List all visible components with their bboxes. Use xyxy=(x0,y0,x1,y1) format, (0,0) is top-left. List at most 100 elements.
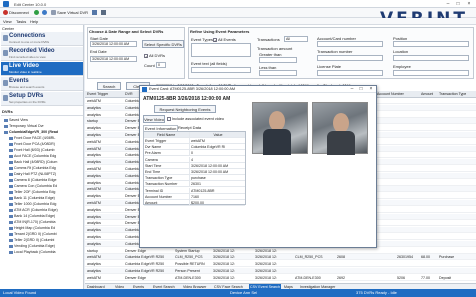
greater-than-input[interactable] xyxy=(259,57,297,63)
nav-live-video[interactable]: Live Video Monitor video in realtime xyxy=(1,62,83,76)
table-cell: 3/26/2018 12: xyxy=(255,255,277,260)
menu-tasks[interactable]: Tasks xyxy=(16,19,26,24)
dialog-minimize-icon[interactable]: – xyxy=(348,86,356,92)
tree-label: Teller 2OF (Columbia Edg xyxy=(14,190,56,194)
table-cell: 3/26/2018 12: xyxy=(213,269,235,273)
license-plate-input[interactable] xyxy=(317,70,383,76)
minimize-icon[interactable]: – xyxy=(444,1,452,7)
transactions-select[interactable]: All xyxy=(284,36,308,42)
table-cell: analytics xyxy=(87,153,101,158)
count-input[interactable]: 0 xyxy=(156,62,166,68)
live-video-icon xyxy=(3,65,8,71)
nav-connections[interactable]: Connections Connect to one or more DVRs xyxy=(1,32,83,46)
event-types-list[interactable] xyxy=(191,43,251,57)
save-virtual-dvr-button[interactable]: Save Virtual DVR xyxy=(51,10,88,16)
nav-setup-dvrs[interactable]: Setup DVRs Set properties on the DVRs xyxy=(1,92,83,106)
request-neighboring-button[interactable]: Request Neighboring Events xyxy=(154,105,216,113)
camera-icon xyxy=(9,172,13,176)
transaction-amount-label: Transaction amount xyxy=(257,46,293,51)
transaction-number-input[interactable] xyxy=(317,55,383,61)
location-input[interactable] xyxy=(393,55,469,61)
nav-title: Live Video xyxy=(9,63,39,69)
maximize-icon[interactable]: □ xyxy=(454,1,462,7)
column-header[interactable]: Amount xyxy=(421,91,433,97)
column-header[interactable]: Account Number xyxy=(377,91,404,97)
connect-button[interactable] xyxy=(34,10,40,16)
camera-icon xyxy=(9,154,13,158)
close-icon[interactable]: × xyxy=(465,1,473,7)
event-snapshot-2[interactable] xyxy=(312,102,368,155)
column-header[interactable]: Transaction Type xyxy=(439,91,466,97)
column-header[interactable]: DVR xyxy=(125,91,133,97)
menu-help[interactable]: Help xyxy=(30,19,38,24)
camera-icon xyxy=(9,190,13,194)
monitor-button[interactable] xyxy=(101,10,107,16)
tree-label: ColumbiaEdgeVR_300 (Read xyxy=(9,130,59,134)
table-cell: Purchase xyxy=(439,255,455,260)
table-row[interactable]: webATM Denver Edge ATM-DEN-E300 3/26/2018 1… xyxy=(85,275,476,281)
nav-subtitle: Set properties on the DVRs xyxy=(9,100,46,104)
nav-events[interactable]: Events Browse and search events xyxy=(1,77,83,91)
menu-view[interactable]: View xyxy=(3,19,12,24)
start-date-input[interactable]: 3/26/2018 12:00:00 AM xyxy=(90,41,137,47)
include-associated-checkbox[interactable]: Include associated event video xyxy=(167,117,224,121)
camera-icon xyxy=(9,148,13,152)
table-cell: webATM xyxy=(87,167,101,171)
event-snapshot-1[interactable] xyxy=(252,102,308,155)
property-row: Dvr Name Columbia EdgeVR Rl xyxy=(144,144,245,151)
all-dvrs-checkbox[interactable]: ✓All DVRs xyxy=(144,53,165,58)
property-name: Dvr Name xyxy=(145,145,162,150)
table-cell: 3/26/2018 12: xyxy=(213,275,235,280)
camera-icon xyxy=(9,214,13,218)
tree-label: Bank 11 (Columbia Edge) xyxy=(14,196,55,200)
column-header[interactable]: Event Trigger xyxy=(87,91,108,97)
disconnect-button[interactable]: Disconnect xyxy=(3,10,29,16)
nav-title: Connections xyxy=(9,33,46,39)
status-right: 375 DVRs Ready - Idle xyxy=(356,290,397,295)
dialog-maximize-icon[interactable]: □ xyxy=(357,86,365,92)
table-cell: analytics xyxy=(87,180,101,185)
property-value: webATM xyxy=(189,138,245,144)
table-row[interactable]: webATM Columbia EdgeVR R250 CLM_R250_PCS 3/… xyxy=(85,254,476,261)
nav-recorded-video[interactable]: Recorded Video Find recorded video to vi… xyxy=(1,47,83,61)
tree-label: Saved View xyxy=(9,118,28,122)
table-row[interactable]: analytics Columbia EdgeVR R250 Person Pres… xyxy=(85,268,476,274)
table-cell: analytics xyxy=(87,173,101,178)
layout-button[interactable] xyxy=(92,10,98,16)
table-cell: webATM xyxy=(87,146,101,151)
end-date-input[interactable]: 3/26/2018 12:00:00 AM xyxy=(90,56,137,62)
table-row[interactable]: analytics Columbia EdgeVR R250 Possible RE… xyxy=(85,261,476,268)
table-cell: 3/26/2018 12: xyxy=(213,255,235,260)
tab-receipt-data[interactable]: Receipt Data xyxy=(177,125,202,130)
employee-input[interactable] xyxy=(393,70,469,76)
table-cell: analytics xyxy=(87,214,101,219)
table-cell: 26301954 xyxy=(397,255,413,260)
license-plate-label: License Plate xyxy=(317,64,342,69)
include-associated-label: Include associated event video xyxy=(172,117,224,121)
tree-label: Comms Rt (Columbia Edg xyxy=(14,166,56,170)
table-cell: webATM xyxy=(87,187,101,192)
property-row: Transaction Type purchase xyxy=(144,175,245,182)
person-silhouette xyxy=(333,113,349,133)
position-input[interactable] xyxy=(393,41,469,47)
table-cell: Columbia EdgeVR R250 xyxy=(125,255,165,260)
app-icon xyxy=(3,1,9,7)
tree-item[interactable]: Local Playback (Columbia xyxy=(9,249,56,255)
table-cell: analytics xyxy=(87,221,101,226)
select-dvrs-button[interactable]: Select Specific DVRs xyxy=(142,40,184,48)
dialog-close-icon[interactable]: × xyxy=(367,86,375,92)
camera-icon xyxy=(9,166,13,170)
event-text-input[interactable] xyxy=(191,67,251,73)
nav-title: Recorded Video xyxy=(9,48,55,54)
account-input[interactable] xyxy=(317,41,383,47)
camera-icon xyxy=(9,184,13,188)
refresh-button[interactable] xyxy=(42,10,48,16)
search-button[interactable]: Search xyxy=(97,82,121,90)
less-than-input[interactable] xyxy=(259,70,297,76)
camera-icon xyxy=(9,226,13,230)
view-video-button[interactable]: View Video xyxy=(143,115,165,123)
table-row[interactable]: startup Denver Edge System Startup 3/26/201… xyxy=(85,248,476,254)
person-body xyxy=(327,131,355,155)
all-events-checkbox[interactable]: ✓All Events xyxy=(213,37,236,42)
property-name: Pre Alarm xyxy=(145,151,161,156)
